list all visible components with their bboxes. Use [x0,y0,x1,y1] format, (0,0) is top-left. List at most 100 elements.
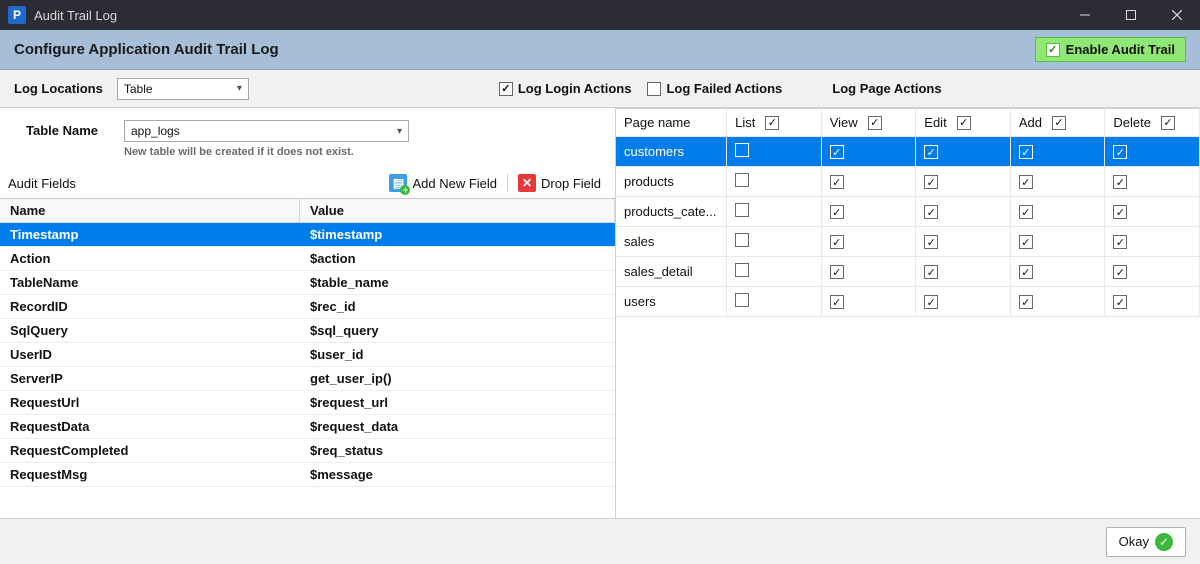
audit-field-row[interactable]: Action$action [0,247,615,271]
view-checkbox[interactable]: ✓ [830,205,844,219]
audit-field-row[interactable]: UserID$user_id [0,343,615,367]
page-action-row[interactable]: users ✓ ✓ ✓ ✓ [616,287,1200,317]
field-name: RequestData [0,415,300,438]
audit-field-row[interactable]: RequestData$request_data [0,415,615,439]
app-icon: P [8,6,26,24]
col-delete[interactable]: Delete✓ [1105,109,1200,137]
add-field-icon: ▤ [389,174,407,192]
list-checkbox[interactable] [735,143,749,157]
col-list[interactable]: List ✓ [727,109,822,137]
col-name[interactable]: Name [0,199,300,222]
add-new-field-button[interactable]: ▤ Add New Field [383,172,503,194]
col-add[interactable]: Add✓ [1010,109,1105,137]
col-page-name[interactable]: Page name [616,109,727,137]
page-name-cell: users [616,287,727,317]
log-page-actions-label: Log Page Actions [832,81,941,96]
page-actions-header: Page name List ✓ View✓ Edit✓ Add✓ Delete✓ [616,109,1200,137]
col-view[interactable]: View✓ [821,109,916,137]
audit-field-row[interactable]: Timestamp$timestamp [0,223,615,247]
list-checkbox[interactable] [735,293,749,307]
delete-checkbox[interactable]: ✓ [1113,145,1127,159]
col-edit[interactable]: Edit✓ [916,109,1011,137]
checkbox-icon [647,82,661,96]
okay-button[interactable]: Okay ✓ [1106,527,1186,557]
list-header-checkbox[interactable]: ✓ [765,116,779,130]
audit-field-row[interactable]: TableName$table_name [0,271,615,295]
view-checkbox[interactable]: ✓ [830,235,844,249]
audit-field-row[interactable]: RequestMsg$message [0,463,615,487]
view-checkbox[interactable]: ✓ [830,145,844,159]
field-name: TableName [0,271,300,294]
window-controls [1062,0,1200,30]
audit-field-row[interactable]: RequestCompleted$req_status [0,439,615,463]
delete-header-checkbox[interactable]: ✓ [1161,116,1175,130]
edit-checkbox[interactable]: ✓ [924,295,938,309]
view-header-checkbox[interactable]: ✓ [868,116,882,130]
page-action-row[interactable]: products_cate...✓✓✓✓ [616,197,1200,227]
delete-checkbox[interactable]: ✓ [1113,235,1127,249]
audit-fields-grid: Name Value Timestamp$timestampAction$act… [0,198,615,487]
list-checkbox[interactable] [735,263,749,277]
col-value[interactable]: Value [300,199,615,222]
table-name-label: Table Name [26,120,124,138]
drop-field-button[interactable]: ✕ Drop Field [512,172,607,194]
page-action-row[interactable]: products✓✓✓✓ [616,167,1200,197]
log-login-actions-checkbox[interactable]: ✓ Log Login Actions [499,81,632,96]
add-checkbox[interactable]: ✓ [1019,175,1033,189]
maximize-button[interactable] [1108,0,1154,30]
delete-checkbox[interactable]: ✓ [1113,205,1127,219]
page-name-cell: customers [616,137,727,167]
audit-field-row[interactable]: ServerIPget_user_ip() [0,367,615,391]
field-value: $table_name [300,271,615,294]
enable-audit-trail-toggle[interactable]: ✓ Enable Audit Trail [1035,37,1186,62]
drop-field-icon: ✕ [518,174,536,192]
delete-checkbox[interactable]: ✓ [1113,265,1127,279]
field-value: $action [300,247,615,270]
edit-header-checkbox[interactable]: ✓ [957,116,971,130]
page-actions-table: Page name List ✓ View✓ Edit✓ Add✓ Delete✓… [616,108,1200,317]
delete-checkbox[interactable]: ✓ [1113,295,1127,309]
view-checkbox[interactable]: ✓ [830,265,844,279]
enable-audit-trail-label: Enable Audit Trail [1066,42,1175,57]
col-list-label: List [735,115,755,130]
minimize-button[interactable] [1062,0,1108,30]
audit-field-row[interactable]: RecordID$rec_id [0,295,615,319]
edit-checkbox[interactable]: ✓ [924,175,938,189]
edit-checkbox[interactable]: ✓ [924,205,938,219]
add-checkbox[interactable]: ✓ [1019,295,1033,309]
page-action-row[interactable]: sales_detail✓✓✓✓ [616,257,1200,287]
view-checkbox[interactable]: ✓ [830,175,844,189]
chevron-down-icon: ▾ [237,83,242,94]
add-checkbox[interactable]: ✓ [1019,145,1033,159]
log-locations-label: Log Locations [14,81,103,96]
list-checkbox[interactable] [735,203,749,217]
field-value: $request_data [300,415,615,438]
edit-checkbox[interactable]: ✓ [924,145,938,159]
audit-field-row[interactable]: SqlQuery$sql_query [0,319,615,343]
log-locations-value: Table [124,82,153,96]
table-name-input[interactable]: app_logs ▾ [124,120,409,142]
log-locations-dropdown[interactable]: Table ▾ [117,78,249,100]
view-checkbox[interactable]: ✓ [830,295,844,309]
close-button[interactable] [1154,0,1200,30]
audit-field-row[interactable]: RequestUrl$request_url [0,391,615,415]
delete-checkbox[interactable]: ✓ [1113,175,1127,189]
drop-field-label: Drop Field [541,176,601,191]
table-name-value: app_logs [131,124,180,138]
page-action-row[interactable]: sales✓✓✓✓ [616,227,1200,257]
edit-checkbox[interactable]: ✓ [924,265,938,279]
edit-checkbox[interactable]: ✓ [924,235,938,249]
list-checkbox[interactable] [735,173,749,187]
add-new-field-label: Add New Field [412,176,497,191]
add-checkbox[interactable]: ✓ [1019,205,1033,219]
list-checkbox[interactable] [735,233,749,247]
chevron-down-icon: ▾ [397,126,402,137]
page-action-row[interactable]: customers ✓ ✓ ✓ ✓ [616,137,1200,167]
add-header-checkbox[interactable]: ✓ [1052,116,1066,130]
add-checkbox[interactable]: ✓ [1019,235,1033,249]
log-failed-actions-checkbox[interactable]: Log Failed Actions [647,81,782,96]
field-value: $timestamp [300,223,615,246]
field-value: $request_url [300,391,615,414]
field-value: $user_id [300,343,615,366]
add-checkbox[interactable]: ✓ [1019,265,1033,279]
